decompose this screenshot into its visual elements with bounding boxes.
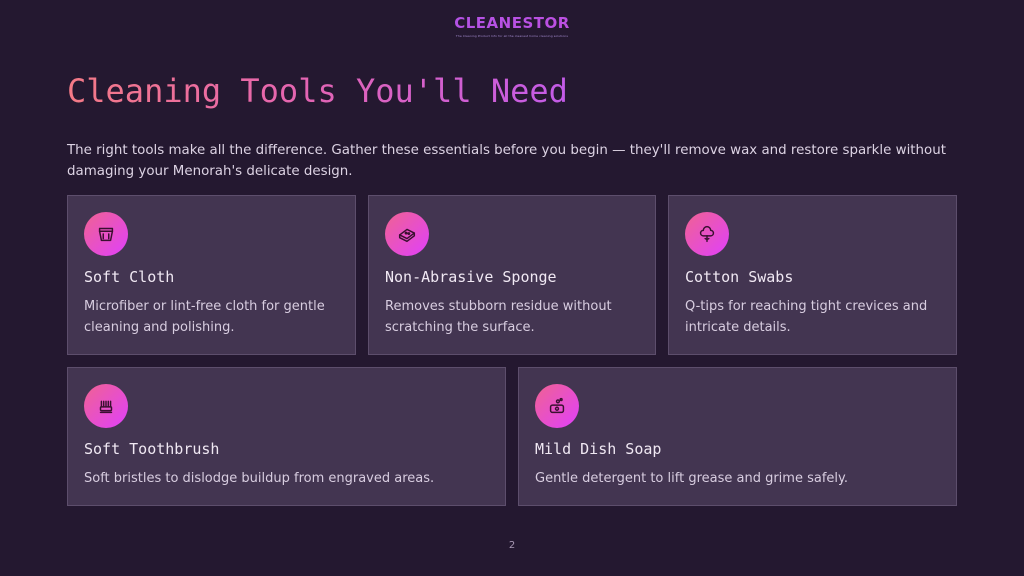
card-title: Mild Dish Soap [535,440,662,458]
card-title: Cotton Swabs [685,268,794,286]
card-description: Soft bristles to dislodge buildup from e… [84,471,435,486]
logo-wordmark: CLEANESTOR [0,14,1024,32]
dish-soap-icon [535,384,579,428]
card-description: Microfiber or lint-free cloth for gentle… [84,299,325,335]
tool-card-dish-soap: Mild Dish Soap Gentle detergent to lift … [518,367,957,506]
card-description: Gentle detergent to lift grease and grim… [535,471,848,486]
slide-title: Cleaning Tools You'll Need [67,72,568,110]
card-title: Soft Toothbrush [84,440,220,458]
tool-card-cotton-swabs: Cotton Swabs Q-tips for reaching tight c… [668,195,957,355]
tool-card-sponge: Non-Abrasive Sponge Removes stubborn res… [368,195,656,355]
sponge-icon [385,212,429,256]
cloth-icon [84,212,128,256]
tool-card-soft-cloth: Soft Cloth Microfiber or lint-free cloth… [67,195,356,355]
page-number: 2 [508,540,516,551]
card-description: Q-tips for reaching tight crevices and i… [685,299,928,335]
card-description: Removes stubborn residue without scratch… [385,299,612,335]
card-title: Soft Cloth [84,268,175,286]
toothbrush-icon [84,384,128,428]
logo-tagline: The Cleaning Product Info for all the cl… [455,34,569,38]
tool-card-toothbrush: Soft Toothbrush Soft bristles to dislodg… [67,367,506,506]
brand-logo: CLEANESTOR The Cleaning Product Info for… [0,14,1024,38]
card-title: Non-Abrasive Sponge [385,268,557,286]
slide-intro: The right tools make all the difference.… [67,143,946,179]
cotton-swab-icon [685,212,729,256]
